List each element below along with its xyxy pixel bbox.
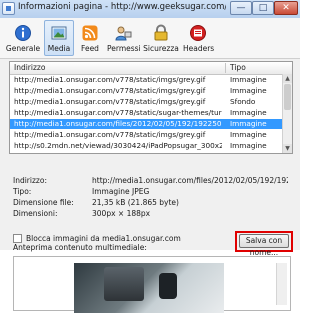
list-item[interactable]: http://media1.onsugar.com/v778/static/im…: [10, 97, 282, 107]
address-value[interactable]: http://media1.onsugar.com/files/2012/02/…: [92, 176, 288, 185]
preview-scrollbar[interactable]: [276, 263, 287, 305]
size-label: Dimensione file:: [13, 198, 74, 207]
item-type: Immagine: [230, 108, 267, 117]
item-type: Immagine: [230, 75, 267, 84]
info-icon: [15, 25, 31, 41]
tab-generale[interactable]: Generale: [4, 20, 42, 56]
tab-label: Sicurezza: [143, 44, 179, 53]
item-url: http://media1.onsugar.com/v778/static/im…: [14, 130, 206, 139]
column-separator[interactable]: [225, 63, 226, 73]
item-type: Immagine: [230, 141, 267, 150]
feed-icon: [82, 25, 98, 41]
item-type: Immagine: [230, 119, 267, 128]
tab-feed[interactable]: Feed: [76, 20, 104, 56]
media-list[interactable]: Indirizzo Tipo http://media1.onsugar.com…: [9, 61, 293, 154]
list-item[interactable]: http://media1.onsugar.com/v778/static/im…: [10, 130, 282, 140]
close-button[interactable]: ✕: [274, 1, 298, 15]
minimize-button[interactable]: —: [230, 1, 252, 15]
type-value: Immagine JPEG: [92, 187, 150, 196]
tab-label: Media: [47, 44, 71, 53]
list-scrollbar[interactable]: ▲ ▼: [282, 74, 292, 153]
list-item[interactable]: http://media1.onsugar.com/v778/static/im…: [10, 86, 282, 96]
media-preview: [13, 256, 291, 313]
list-item[interactable]: http://s0.2mdn.net/viewad/3030424/iPadPo…: [10, 141, 282, 151]
title-bar[interactable]: Informazioni pagina - http://www.geeksug…: [0, 0, 300, 19]
item-url: http://media1.onsugar.com/v778/static/su…: [14, 108, 222, 117]
permissions-icon: [115, 26, 132, 41]
tab-headers[interactable]: Headers: [182, 20, 214, 56]
media-panel: Indirizzo Tipo http://media1.onsugar.com…: [4, 61, 296, 313]
list-item-selected[interactable]: http://media1.onsugar.com/files/2012/02/…: [10, 119, 282, 129]
maximize-button[interactable]: □: [252, 1, 274, 15]
tab-sicurezza[interactable]: Sicurezza: [142, 20, 180, 56]
item-url: http://media1.onsugar.com/files/2012/02/…: [14, 119, 222, 128]
tab-label: Headers: [183, 44, 215, 53]
scroll-thumb[interactable]: [284, 84, 291, 110]
tab-label: Generale: [5, 44, 41, 53]
dimensions-value: 300px × 188px: [92, 209, 151, 218]
item-type: Immagine: [230, 130, 267, 139]
list-header: Indirizzo Tipo: [10, 62, 292, 75]
toolbar: Generale Media Feed Permessi Sicurezza H…: [0, 18, 300, 59]
col-address-header[interactable]: Indirizzo: [14, 63, 45, 72]
headers-icon: [190, 25, 206, 41]
media-icon: [51, 26, 67, 40]
window-title: Informazioni pagina - http://www.geeksug…: [18, 2, 226, 12]
page-info-window: Informazioni pagina - http://www.geeksug…: [0, 0, 300, 313]
list-item[interactable]: http://media1.onsugar.com/v778/static/im…: [10, 75, 282, 85]
tab-media[interactable]: Media: [44, 20, 74, 56]
scroll-down-arrow-icon[interactable]: ▼: [283, 144, 292, 153]
tab-label: Permessi: [107, 44, 141, 53]
block-images-checkbox[interactable]: [13, 234, 22, 243]
col-type-header[interactable]: Tipo: [230, 63, 246, 72]
item-url: http://media1.onsugar.com/v778/static/im…: [14, 75, 206, 84]
lock-icon: [154, 24, 168, 41]
list-item[interactable]: http://media1.onsugar.com/v778/static/su…: [10, 108, 282, 118]
address-label: Indirizzo:: [13, 176, 47, 185]
save-as-button[interactable]: Salva con nome...: [239, 234, 289, 257]
page-info-icon: [2, 2, 15, 15]
dimensions-label: Dimensioni:: [13, 209, 58, 218]
tab-permessi[interactable]: Permessi: [106, 20, 141, 56]
type-label: Tipo:: [13, 187, 32, 196]
preview-label: Anteprima contenuto multimediale:: [13, 243, 147, 252]
item-url: http://s0.2mdn.net/viewad/3030424/iPadPo…: [14, 141, 222, 150]
preview-image: [74, 263, 224, 313]
item-url: http://media1.onsugar.com/v778/static/im…: [14, 86, 206, 95]
block-images-label[interactable]: Blocca immagini da media1.onsugar.com: [26, 234, 181, 243]
scroll-up-arrow-icon[interactable]: ▲: [283, 74, 292, 83]
item-type: Sfondo: [230, 97, 256, 106]
size-value: 21,35 kB (21.865 byte): [92, 198, 179, 207]
tab-label: Feed: [81, 44, 99, 53]
item-type: Immagine: [230, 86, 267, 95]
item-url: http://media1.onsugar.com/v778/static/im…: [14, 97, 206, 106]
